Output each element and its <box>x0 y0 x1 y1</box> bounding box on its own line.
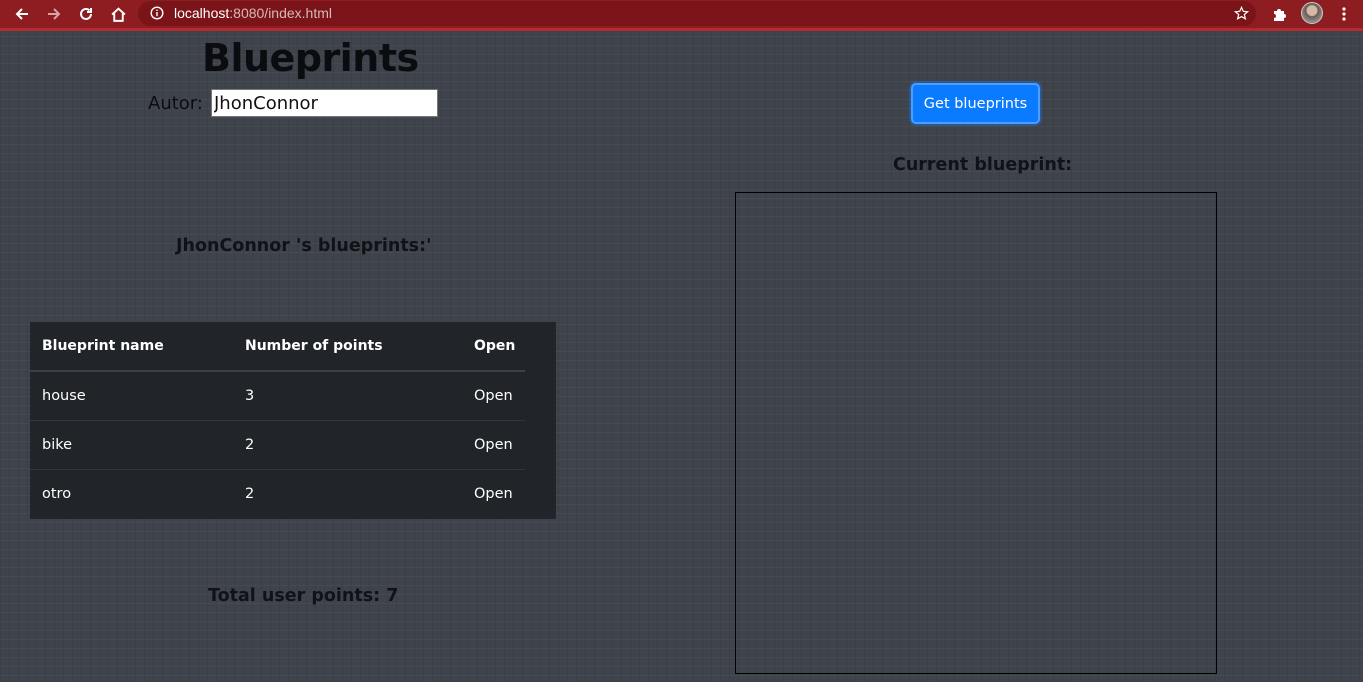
blueprint-canvas[interactable] <box>735 192 1217 674</box>
bookmark-button[interactable] <box>1230 2 1252 24</box>
table-row: house 3 Open <box>30 371 525 421</box>
arrow-right-icon <box>48 8 61 20</box>
table-row: otro 2 Open <box>30 469 525 518</box>
author-label: Autor: <box>148 93 203 114</box>
owner-blueprints-title: JhonConnor 's blueprints:' <box>176 235 431 257</box>
page-title: Blueprints <box>202 36 419 80</box>
open-blueprint-link[interactable]: Open <box>474 388 513 404</box>
address-bar[interactable]: localhost:8080/index.html <box>138 1 1256 26</box>
url-host: localhost <box>174 5 230 21</box>
table-row: bike 2 Open <box>30 420 525 470</box>
column-header-name: Blueprint name <box>30 322 233 372</box>
extensions-button[interactable] <box>1268 3 1290 25</box>
column-header-points: Number of points <box>233 322 462 372</box>
column-header-open: Open <box>462 322 525 372</box>
star-outline-icon <box>1233 5 1249 20</box>
author-input[interactable] <box>211 89 438 117</box>
url-text: localhost:8080/index.html <box>174 5 332 21</box>
points-cell: 2 <box>245 485 255 502</box>
browser-menu-button[interactable] <box>1333 3 1355 25</box>
info-circle-icon[interactable] <box>150 6 164 20</box>
blueprint-name-cell: otro <box>42 485 72 502</box>
open-blueprint-link[interactable]: Open <box>474 437 513 453</box>
open-blueprint-link[interactable]: Open <box>474 486 513 502</box>
back-button[interactable] <box>10 2 34 26</box>
three-dots-vertical-icon <box>1342 7 1346 21</box>
reload-button[interactable] <box>74 2 98 26</box>
points-cell: 3 <box>233 371 462 421</box>
blueprints-table: Blueprint name Number of points Open hou… <box>30 322 525 518</box>
home-icon <box>110 6 126 22</box>
profile-avatar[interactable] <box>1301 2 1323 24</box>
blueprint-name-cell: bike <box>30 420 233 470</box>
points-cell: 2 <box>233 420 462 470</box>
url-path: :8080/index.html <box>229 5 332 21</box>
owner-suffix: 's blueprints:' <box>289 236 432 256</box>
reload-icon <box>80 7 92 20</box>
home-button[interactable] <box>106 2 130 26</box>
total-user-points: Total user points: 7 <box>208 586 399 606</box>
current-blueprint-label: Current blueprint: <box>893 155 1073 175</box>
table-header-row: Blueprint name Number of points Open <box>30 322 525 372</box>
puzzle-piece-icon <box>1274 9 1286 21</box>
owner-name: JhonConnor <box>176 236 290 256</box>
forward-button[interactable] <box>42 2 66 26</box>
browser-toolbar: localhost:8080/index.html <box>0 0 1363 31</box>
blueprints-table-container: Blueprint name Number of points Open hou… <box>30 322 556 519</box>
get-blueprints-button[interactable]: Get blueprints <box>911 83 1040 124</box>
arrow-left-icon <box>15 8 28 20</box>
blueprint-name-cell: house <box>30 371 233 421</box>
